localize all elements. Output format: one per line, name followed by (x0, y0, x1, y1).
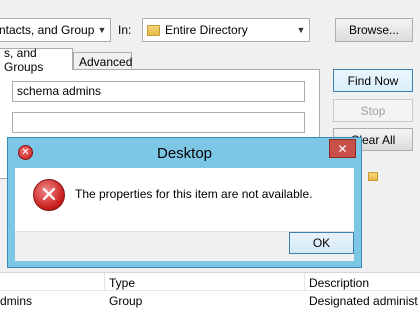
column-divider[interactable] (304, 273, 305, 292)
close-button[interactable]: ✕ (329, 139, 356, 158)
results-header: Type Description (0, 272, 420, 292)
column-header-type[interactable]: Type (109, 276, 135, 290)
chevron-down-icon[interactable]: ▼ (94, 19, 110, 41)
dialog-title: Desktop (156, 145, 213, 162)
error-icon: ✕ (33, 179, 65, 211)
column-header-description[interactable]: Description (309, 276, 369, 290)
tab-users-contacts-groups[interactable]: s, and Groups (0, 46, 73, 74)
folder-icon (147, 24, 160, 36)
location-dropdown[interactable]: Entire Directory ▼ (142, 18, 310, 42)
row-name: dmins (0, 294, 33, 308)
name-field[interactable]: schema admins (12, 81, 305, 102)
chevron-down-icon[interactable]: ▼ (293, 19, 309, 41)
stop-button[interactable]: Stop (333, 99, 413, 122)
in-label: In: (118, 23, 132, 37)
ok-button[interactable]: OK (289, 232, 354, 254)
dialog-message: The properties for this item are not ava… (75, 187, 313, 201)
results-empty-area (0, 311, 420, 334)
error-dialog: ✕ Desktop ✕ ✕ The properties for this it… (7, 137, 362, 268)
description-field[interactable] (12, 112, 305, 133)
tab-advanced[interactable]: Advanced (73, 52, 132, 70)
column-divider[interactable] (104, 273, 105, 292)
dialog-titlebar[interactable]: ✕ Desktop ✕ (8, 138, 361, 168)
row-description: Designated administ (309, 294, 418, 308)
find-type-value: ntacts, and Groups (0, 23, 94, 37)
row-type: Group (109, 294, 143, 308)
table-row[interactable]: dmins Group Designated administ (0, 291, 420, 311)
browse-button[interactable]: Browse... (335, 18, 413, 42)
find-now-button[interactable]: Find Now (333, 69, 413, 92)
dialog-body: ✕ The properties for this item are not a… (15, 168, 354, 231)
location-value: Entire Directory (165, 23, 248, 37)
folder-icon (368, 172, 378, 181)
find-type-dropdown[interactable]: ntacts, and Groups ▼ (0, 18, 111, 42)
